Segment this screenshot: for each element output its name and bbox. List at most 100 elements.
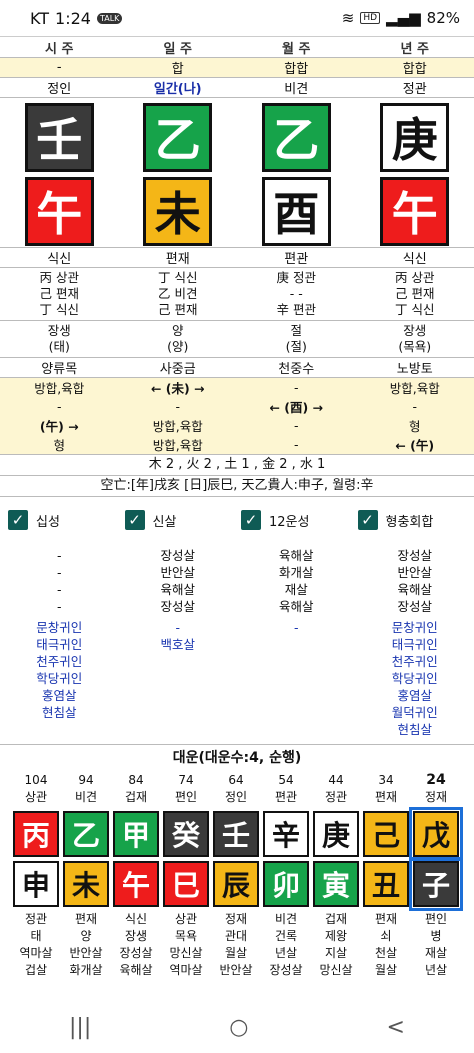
daeun-age: 104 [24,773,48,787]
branch-char[interactable]: 午 [380,176,450,246]
stem-char[interactable]: 庚 [380,102,450,172]
stem-char[interactable]: 壬 [24,102,94,172]
sinsal-item: 육해살 [278,599,314,614]
daeun-branch[interactable]: 寅 [313,861,359,907]
carrier: KT [30,8,50,28]
daeun-stem[interactable]: 庚 [313,811,359,857]
branch-char[interactable]: 午 [24,176,94,246]
top-relation-row: - 합 합합 합합 [0,58,474,78]
relation-cell: ← (午) [395,438,435,453]
check-icon[interactable]: ✓ [357,510,378,530]
daeun-branch[interactable]: 未 [63,861,109,907]
stage-name: 장생 [47,323,71,338]
daeun-stage: 태 [30,929,42,943]
daeun-sinsal: 천살 [374,946,398,960]
check-icon[interactable]: ✓ [241,510,261,530]
daeun-stage: 장생 [124,929,148,943]
guiin-item: 현침살 [397,722,432,737]
daeun-sinsal: 반안살 [219,963,253,977]
daeun-sinsal: 역마살 [169,963,203,977]
checkbox-sipseong[interactable]: ✓ 십성 [8,510,125,530]
daeun-sinsal: 장성살 [119,946,153,960]
checkbox-label: 십성 [36,514,60,530]
hidden-stem: 辛 편관 [276,302,316,317]
relation-cell: 형 [408,419,421,434]
relation-cell: 방합,육합 [34,381,85,396]
daeun-stem[interactable]: 壬 [213,811,259,857]
relation-cell: (午) → [39,419,79,434]
branch-char[interactable]: 未 [143,176,213,246]
daeun-stem-selected[interactable]: 戊 [409,807,463,861]
sinsal-item: - [56,582,62,597]
sinsal-col-hour: - - - - [0,547,119,615]
daeun-branch[interactable]: 卯 [263,861,309,907]
guiin-item: 백호살 [160,637,195,652]
stem-char[interactable]: 乙 [261,102,331,172]
guiin-col-day: - 백호살 [119,619,238,653]
daeun-stem[interactable]: 己 [363,811,409,857]
hidden-stem: 己 편재 [158,302,198,317]
stage-name: 절 [290,323,302,338]
hidden-stem: 丙 상관 [39,270,79,285]
pillar-hour[interactable]: 壬 午 [0,101,119,247]
checkbox-sinsal[interactable]: ✓ 신살 [124,510,242,530]
relation-cell: 방합,육합 [152,419,203,434]
check-icon[interactable]: ✓ [124,510,145,530]
relation-cell: - [293,418,299,433]
sinsal-item: 재살 [284,582,308,597]
daeun-sinsal: 반안살 [69,946,103,960]
daeun-god: 정관 [324,790,348,804]
daeun-stem[interactable]: 甲 [113,811,159,857]
twelve-stage-row: 장생 (태) 양 (양) 절 (절) 장생 (목욕) [0,321,474,358]
daeun-god: 편재 [74,912,98,926]
daeun-stem[interactable]: 癸 [163,811,209,857]
daeun-branch-selected[interactable]: 子 [409,857,463,911]
checkbox-relations[interactable]: ✓ 형충회합 [357,510,474,530]
nayin-cell: 양류목 [41,362,78,377]
sinsal-item: 육해살 [160,582,195,597]
daeun-branch[interactable]: 巳 [163,861,209,907]
daeun-sinsal: 년살 [274,946,298,960]
check-icon[interactable]: ✓ [8,510,28,530]
guiin-item: 태극귀인 [391,637,438,652]
daeun-stage: 쇠 [380,929,392,943]
home-button[interactable]: ○ [229,1015,248,1040]
daeun-age: 54 [278,773,294,787]
sinsal-item: 장성살 [160,548,195,563]
ten-god-cell: 정관 [402,82,427,97]
daeun-god: 상관 [174,912,198,926]
daeun-stems: 丙 乙 甲 癸 壬 辛 庚 己 戊 [0,807,474,861]
daeun-stage: 건록 [274,929,298,943]
daeun-stem[interactable]: 乙 [63,811,109,857]
daeun-stem[interactable]: 辛 [263,811,309,857]
daeun-sinsal-2: 겁살 화개살 육해살 역마살 반안살 장성살 망신살 월살 년살 [0,962,474,979]
daeun-branch[interactable]: 丑 [363,861,409,907]
hd-icon: HD [360,12,381,24]
back-button[interactable]: < [387,1015,405,1040]
top-relation-cell: 합합 [284,62,309,77]
daeun-god: 비견 [274,912,298,926]
ten-god-cell: 식신 [402,252,427,267]
daeun-god: 편인 [424,912,448,926]
hidden-stem: 丙 상관 [395,270,435,285]
sinsal-item: 장성살 [397,548,432,563]
daeun-stem[interactable]: 丙 [13,811,59,857]
relation-cell: - [293,380,299,395]
twelve-stage-cell: 장생 (태) [0,321,119,357]
daeun-branch[interactable]: 辰 [213,861,259,907]
hidden-stem: 丁 식신 [158,270,198,285]
recent-apps-button[interactable]: ||| [69,1015,91,1040]
header-day: 일 주 [163,41,192,57]
branch-char[interactable]: 酉 [261,176,331,246]
daeun-branch[interactable]: 申 [13,861,59,907]
stem-char[interactable]: 乙 [143,102,213,172]
checkbox-label: 형충회합 [385,514,434,530]
daeun-branch[interactable]: 午 [113,861,159,907]
pillar-month[interactable]: 乙 酉 [237,101,356,247]
pillar-day[interactable]: 乙 未 [119,101,238,247]
daeun-sinsal: 년살 [424,963,448,977]
pillar-year[interactable]: 庚 午 [356,101,474,247]
checkbox-12-stage[interactable]: ✓ 12운성 [241,510,358,530]
daeun-sinsal: 역마살 [19,946,53,960]
daeun-sinsal: 망신살 [169,946,203,960]
